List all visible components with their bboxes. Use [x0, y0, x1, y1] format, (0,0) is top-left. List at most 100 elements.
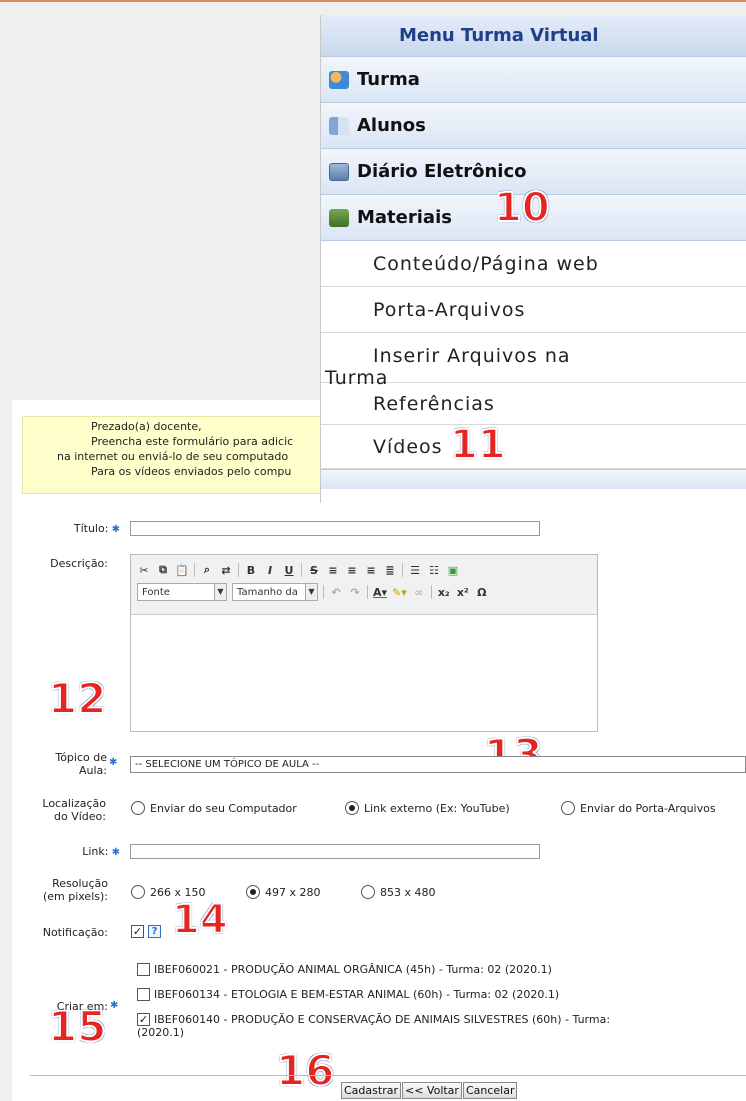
turma-option-1[interactable]: IBEF060021 - PRODUÇÃO ANIMAL ORGÂNICA (4… — [137, 963, 552, 976]
undo-icon[interactable]: ↶ — [329, 586, 343, 599]
menu-item-label: Inserir Arquivos na — [373, 345, 571, 367]
criar-em-label: Criar em: — [56, 1000, 108, 1013]
chevron-down-icon: ▼ — [305, 584, 317, 600]
book-icon — [329, 162, 349, 181]
menu-title: Menu Turma Virtual — [321, 15, 746, 57]
annotation-marker-14: 14 — [171, 897, 229, 943]
radio-button[interactable] — [246, 885, 260, 899]
required-icon: ✱ — [108, 847, 120, 858]
menu-category-label: Alunos — [357, 115, 426, 136]
bullet-list-icon[interactable]: ☰ — [408, 564, 422, 577]
turma-icon — [329, 70, 349, 89]
align-left-icon[interactable]: ≡ — [326, 564, 340, 577]
notificacao-checkbox[interactable]: ✓ — [131, 924, 144, 938]
radio-resolucao-497[interactable]: 497 x 280 — [246, 885, 321, 899]
topico-select[interactable]: -- SELECIONE UM TÓPICO DE AULA -- — [130, 756, 746, 773]
align-right-icon[interactable]: ≡ — [364, 564, 378, 577]
notificacao-control: ✓? — [131, 924, 161, 938]
annotation-marker-16: 16 — [275, 1046, 335, 1095]
toolbar-separator — [194, 563, 195, 577]
annotation-marker-11: 11 — [449, 422, 507, 468]
menu-item-referencias[interactable]: Referências — [321, 383, 746, 425]
radio-button[interactable] — [131, 801, 145, 815]
menu-category-turma[interactable]: Turma — [321, 57, 746, 103]
menu-category-label: Turma — [357, 69, 420, 90]
resolucao-label: Resolução (em pixels): — [42, 877, 108, 903]
descricao-label: Descrição: — [50, 557, 108, 570]
titulo-input[interactable] — [130, 521, 540, 536]
radio-button[interactable] — [361, 885, 375, 899]
menu-category-label: Materiais — [357, 207, 452, 228]
localizacao-label: Localização do Vídeo: — [42, 797, 106, 823]
radio-resolucao-266[interactable]: 266 x 150 — [131, 885, 206, 899]
menu-item-inserir-arquivos[interactable]: Inserir Arquivos na Turma — [321, 333, 746, 389]
numbered-list-icon[interactable]: ☷ — [427, 564, 441, 577]
subscript-icon[interactable]: x₂ — [437, 586, 451, 599]
italic-icon[interactable]: I — [263, 564, 277, 577]
radio-button[interactable] — [345, 801, 359, 815]
radio-button[interactable] — [131, 885, 145, 899]
form-divider — [30, 1075, 746, 1076]
underline-icon[interactable]: U — [282, 564, 296, 577]
toolbar-separator — [301, 563, 302, 577]
chevron-down-icon: ▼ — [214, 584, 226, 600]
annotation-marker-10: 10 — [493, 185, 551, 231]
strikethrough-icon[interactable]: S — [307, 564, 321, 577]
paste-icon[interactable]: 📋 — [175, 564, 189, 577]
find-icon[interactable]: ⌕ — [200, 563, 214, 577]
cut-icon[interactable]: ✂ — [137, 564, 151, 577]
radio-button[interactable] — [561, 801, 575, 815]
turma-option-3[interactable]: ✓ IBEF060140 - PRODUÇÃO E CONSERVAÇÃO DE … — [137, 1013, 610, 1026]
menu-item-label-wrap: Turma — [325, 367, 389, 389]
toolbar-separator — [430, 585, 432, 599]
menu-category-partial — [321, 469, 746, 489]
align-center-icon[interactable]: ≡ — [345, 564, 359, 577]
special-char-icon[interactable]: Ω — [475, 586, 489, 599]
descricao-editor[interactable]: ✂ ⧉ 📋 ⌕ ⇄ B I U S ≡ ≡ ≡ ≣ ☰ ☷ ▣ Fonte ▼ T… — [130, 554, 598, 732]
text-color-icon[interactable]: A▾ — [373, 586, 387, 599]
font-select[interactable]: Fonte ▼ — [137, 583, 227, 601]
bold-icon[interactable]: B — [244, 564, 258, 577]
menu-category-alunos[interactable]: Alunos — [321, 103, 746, 149]
menu-turma-virtual: Menu Turma Virtual Turma Alunos Diário E… — [320, 15, 746, 503]
toolbar-separator — [402, 563, 403, 577]
turma-checkbox[interactable]: ✓ — [137, 1013, 150, 1026]
turma-checkbox[interactable] — [137, 963, 150, 976]
radio-link-externo[interactable]: Link externo (Ex: YouTube) — [345, 801, 510, 815]
cancelar-button[interactable]: Cancelar — [462, 1082, 518, 1099]
radio-porta-arquivos[interactable]: Enviar do Porta-Arquivos — [561, 801, 716, 815]
turma-checkbox[interactable] — [137, 988, 150, 1001]
topico-label: Tópico de Aula: — [55, 751, 107, 777]
radio-resolucao-853[interactable]: 853 x 480 — [361, 885, 436, 899]
font-size-select[interactable]: Tamanho da ▼ — [232, 583, 318, 601]
annotation-marker-12: 12 — [47, 674, 107, 723]
link-icon[interactable]: ∞ — [412, 586, 426, 599]
turma-option-2[interactable]: IBEF060134 - ETOLOGIA E BEM-ESTAR ANIMAL… — [137, 988, 559, 1001]
highlight-color-icon[interactable]: ✎▾ — [392, 586, 407, 599]
menu-item-videos[interactable]: Vídeos — [321, 425, 746, 469]
notificacao-label: Notificação: — [42, 926, 108, 939]
link-input[interactable] — [130, 844, 540, 859]
toolbar-separator — [323, 585, 324, 599]
page-left-margin — [0, 400, 12, 1101]
radio-enviar-computador[interactable]: Enviar do seu Computador — [131, 801, 297, 815]
cadastrar-button[interactable]: Cadastrar — [341, 1082, 401, 1099]
copy-icon[interactable]: ⧉ — [156, 563, 170, 577]
toolbar-separator — [238, 563, 239, 577]
editor-toolbar-row-2: Fonte ▼ Tamanho da ▼ ↶ ↷ A▾ ✎▾ ∞ x₂ x² Ω — [137, 581, 591, 603]
menu-item-porta-arquivos[interactable]: Porta-Arquivos — [321, 287, 746, 333]
required-icon: ✱ — [110, 1000, 119, 1011]
replace-icon[interactable]: ⇄ — [219, 564, 233, 577]
justify-icon[interactable]: ≣ — [383, 564, 397, 577]
superscript-icon[interactable]: x² — [456, 586, 470, 599]
menu-category-label: Diário Eletrônico — [357, 161, 527, 182]
voltar-button[interactable]: << Voltar — [401, 1082, 462, 1099]
help-icon[interactable]: ? — [148, 924, 161, 938]
image-icon[interactable]: ▣ — [446, 564, 460, 577]
redo-icon[interactable]: ↷ — [348, 586, 362, 599]
turma-option-3-wrap: (2020.1) — [137, 1026, 185, 1039]
menu-item-conteudo[interactable]: Conteúdo/Página web — [321, 241, 746, 287]
alunos-icon — [329, 116, 349, 135]
form-buttons: Cadastrar << Voltar Cancelar — [341, 1082, 518, 1099]
toolbar-separator — [367, 585, 368, 599]
